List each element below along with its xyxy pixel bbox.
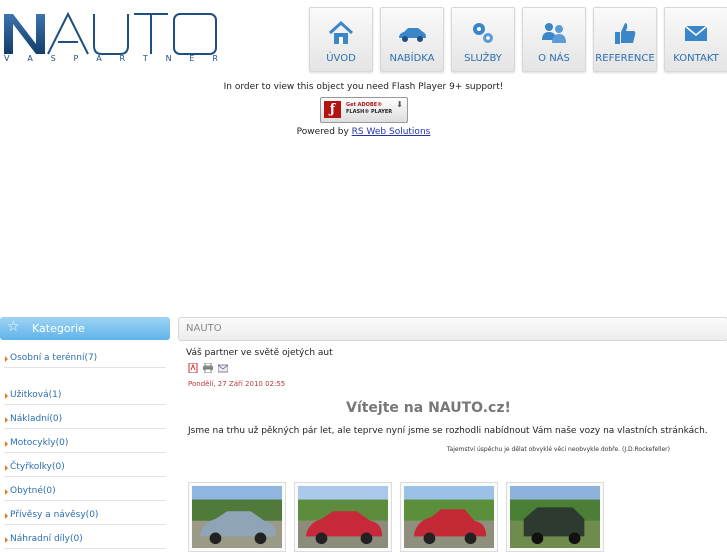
car-thumbnail[interactable] xyxy=(400,482,498,552)
nav-nabidka[interactable]: NABÍDKA xyxy=(380,7,444,72)
logo-letter: P xyxy=(73,54,79,63)
category-label: Přívěsy a návěsy(0) xyxy=(10,510,99,520)
nav-label: O NÁS xyxy=(538,53,570,64)
logo-letter: S xyxy=(50,54,56,63)
logo-letter: V xyxy=(4,54,10,63)
car-photo xyxy=(510,486,600,548)
category-label: Osobní a terénní(7) xyxy=(10,353,98,363)
logo-letter: A xyxy=(96,54,102,63)
logo-letter: R xyxy=(119,54,126,63)
category-item-ctyrkolky[interactable]: Čtyřkolky(0) xyxy=(4,453,166,477)
powered-by: Powered by RS Web Solutions xyxy=(0,127,727,137)
car-photo xyxy=(298,486,388,548)
nav-label: NABÍDKA xyxy=(389,53,435,64)
content-header: NAUTO xyxy=(178,317,727,341)
category-title: Kategorie xyxy=(32,322,85,335)
nav-label: REFERENCE xyxy=(595,53,655,64)
category-item-obytne[interactable]: Obytné(0) xyxy=(4,477,166,501)
car-thumbnail[interactable] xyxy=(188,482,286,552)
car-icon xyxy=(399,28,426,42)
category-header: ☆ Kategorie xyxy=(0,317,170,340)
category-label: Motocykly(0) xyxy=(10,438,69,448)
quote-text: Tajemství úspěchu je dělat obvyklé věci … xyxy=(446,446,670,453)
nav-o-nas[interactable]: O NÁS xyxy=(522,7,586,72)
category-label: Čtyřkolky(0) xyxy=(10,462,65,472)
rs-web-solutions-link[interactable]: RS Web Solutions xyxy=(352,127,431,137)
welcome-heading: Vítejte na NAUTO.cz! xyxy=(346,400,511,416)
get-flash-player-button[interactable]: ƒ Get ADOBE® FLASH® PLAYER ⬇ xyxy=(320,97,408,123)
article-date: Pondělí, 27 Září 2010 02:55 xyxy=(188,380,286,388)
logo-letter: R xyxy=(212,54,218,63)
bullet-icon xyxy=(5,489,8,495)
car-gallery xyxy=(188,482,612,552)
bullet-icon xyxy=(5,393,8,399)
category-label: Obytné(0) xyxy=(10,486,56,496)
bullet-icon xyxy=(5,513,8,519)
logo-letter: A xyxy=(27,54,33,63)
powered-prefix: Powered by xyxy=(296,127,352,137)
content-heading: NAUTO xyxy=(186,323,222,334)
print-icon[interactable] xyxy=(203,363,213,373)
category-label: Užitková(1) xyxy=(10,390,62,400)
category-item-nahradni-dily[interactable]: Náhradní díly(0) xyxy=(4,525,166,549)
main-nav: ÚVOD NABÍDKA SLUŽBY O NÁS REFERENCE KONT… xyxy=(309,7,727,72)
logo-tagline: V A S P A R T N E R xyxy=(4,54,218,63)
nav-reference[interactable]: REFERENCE xyxy=(593,7,657,72)
bullet-icon xyxy=(5,417,8,423)
car-thumbnail[interactable] xyxy=(294,482,392,552)
nav-label: ÚVOD xyxy=(326,53,356,64)
nav-kontakt[interactable]: KONTAKT xyxy=(664,7,727,72)
nav-uvod[interactable]: ÚVOD xyxy=(309,7,373,72)
nav-label: SLUŽBY xyxy=(464,53,502,64)
nav-sluzby[interactable]: SLUŽBY xyxy=(451,7,515,72)
bullet-icon xyxy=(5,465,8,471)
article-title: Váš partner ve světě ojetých aut xyxy=(186,348,333,358)
intro-text: Jsme na trhu už pěkných pár let, ale tep… xyxy=(188,426,708,436)
category-item-motocykly[interactable]: Motocykly(0) xyxy=(4,429,166,453)
bullet-icon xyxy=(5,356,8,362)
pdf-icon[interactable] xyxy=(188,363,198,373)
envelope-icon xyxy=(684,25,708,41)
bullet-icon xyxy=(5,441,8,447)
car-thumbnail[interactable] xyxy=(506,482,604,552)
email-icon[interactable] xyxy=(218,363,228,373)
category-item-prives[interactable]: Přívěsy a návěsy(0) xyxy=(4,501,166,525)
flash-logo-icon: ƒ xyxy=(324,101,341,118)
flash-required-message: In order to view this object you need Fl… xyxy=(223,82,504,92)
logo-letter: E xyxy=(189,54,195,63)
nav-label: KONTAKT xyxy=(673,53,719,64)
logo-letter: T xyxy=(142,54,148,63)
home-icon xyxy=(328,20,354,44)
category-item-osobni[interactable]: Osobní a terénní(7) xyxy=(4,344,166,368)
gears-icon xyxy=(473,23,493,43)
logo-letter: N xyxy=(165,54,172,63)
car-photo xyxy=(404,486,494,548)
download-arrow-icon: ⬇ xyxy=(396,100,403,109)
bullet-icon xyxy=(5,537,8,543)
car-photo xyxy=(192,486,282,548)
people-icon xyxy=(542,23,566,43)
flash-badge-line2: FLASH® PLAYER xyxy=(346,109,393,115)
star-icon: ☆ xyxy=(7,319,20,335)
article-tools xyxy=(188,363,233,373)
flash-badge-line1: Get ADOBE® xyxy=(346,102,383,108)
category-label: Náhradní díly(0) xyxy=(10,534,83,544)
thumbs-up-icon xyxy=(615,23,636,44)
